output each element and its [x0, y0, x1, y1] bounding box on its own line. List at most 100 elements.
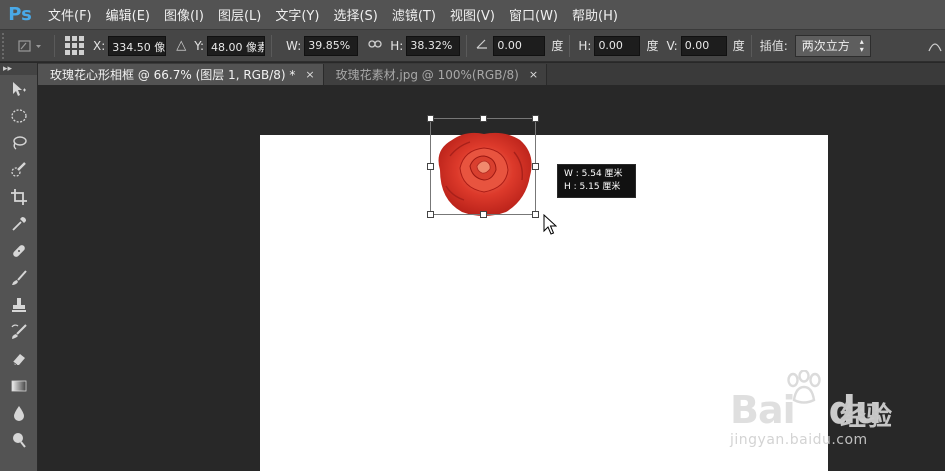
move-transform-icon — [18, 39, 41, 52]
tab-label: 玫瑰花心形相框 @ 66.7% (图层 1, RGB/8) * — [50, 68, 296, 82]
transform-handle-top-right[interactable] — [532, 115, 539, 122]
select-arrows-icon: ▴ ▾ — [859, 36, 864, 54]
quick-selection-tool[interactable] — [0, 156, 38, 183]
lasso-tool[interactable] — [0, 129, 38, 156]
transform-bounding-box[interactable] — [430, 118, 536, 215]
mouse-cursor-icon — [543, 214, 557, 235]
menu-window[interactable]: 窗口(W) — [509, 5, 558, 24]
watermark-jingyan: 经验 — [840, 402, 893, 432]
tool-preset-picker[interactable] — [12, 34, 48, 58]
menu-bar: Ps 文件(F) 编辑(E) 图像(I) 图层(L) 文字(Y) 选择(S) 滤… — [0, 0, 945, 30]
move-tool[interactable] — [0, 75, 38, 102]
width-field[interactable]: 39.85% — [304, 35, 359, 56]
options-separator — [750, 34, 752, 57]
clone-stamp-tool[interactable] — [0, 291, 38, 318]
interpolation-select[interactable]: 两次立方 ▴ ▾ — [794, 34, 871, 57]
tooltip-height: H : 5.15 厘米 — [564, 182, 621, 192]
document-tabs: 玫瑰花心形相框 @ 66.7% (图层 1, RGB/8) * × 玫瑰花素材.… — [38, 63, 945, 85]
tab-rose-material[interactable]: 玫瑰花素材.jpg @ 100%(RGB/8) × — [323, 64, 548, 85]
menu-filter[interactable]: 滤镜(T) — [392, 5, 436, 24]
interpolation-value: 两次立方 — [801, 39, 850, 53]
menu-edit[interactable]: 编辑(E) — [106, 5, 150, 24]
angle-icon — [475, 38, 489, 54]
gradient-icon — [11, 380, 27, 391]
h-label: H: — [390, 38, 404, 53]
menu-select[interactable]: 选择(S) — [333, 5, 377, 24]
history-brush-icon — [11, 323, 27, 339]
skew-v-unit: 度 — [732, 39, 745, 53]
warp-icon — [927, 43, 942, 52]
skew-h-label: H: — [578, 38, 592, 53]
warp-mode-button[interactable] — [924, 30, 945, 62]
angle-unit: 度 — [551, 39, 564, 53]
close-icon[interactable]: × — [305, 68, 314, 81]
history-brush-tool[interactable] — [0, 318, 38, 345]
baidu-jingyan-watermark: Bai du 经验 jingyan.baidu.com — [726, 370, 926, 460]
y-field[interactable]: 48.00 像素 — [207, 35, 266, 56]
elliptical-marquee-tool[interactable] — [0, 102, 38, 129]
eraser-tool[interactable] — [0, 345, 38, 372]
stamp-icon — [12, 297, 26, 312]
lasso-icon — [13, 135, 27, 150]
photoshop-logo: Ps — [8, 4, 32, 25]
link-icon[interactable] — [368, 38, 382, 53]
watermark-url: jingyan.baidu.com — [730, 432, 868, 448]
skew-h-unit: 度 — [646, 39, 659, 53]
x-label: X: — [93, 38, 106, 53]
options-separator — [271, 34, 273, 57]
healing-brush-tool[interactable] — [0, 237, 38, 264]
eyedropper-icon — [12, 216, 26, 231]
options-separator — [569, 34, 571, 57]
transform-handle-bottom-left[interactable] — [427, 211, 434, 218]
options-separator — [54, 34, 55, 57]
menu-image[interactable]: 图像(I) — [164, 5, 204, 24]
menu-view[interactable]: 视图(V) — [450, 5, 495, 24]
blur-tool[interactable] — [0, 399, 38, 426]
transform-handle-bottom[interactable] — [480, 211, 487, 218]
drop-icon — [14, 405, 24, 421]
height-field[interactable]: 38.32% — [406, 35, 461, 56]
skew-v-label: V: — [666, 38, 678, 53]
brush-tool[interactable] — [0, 264, 38, 291]
crop-tool[interactable] — [0, 183, 38, 210]
tab-label: 玫瑰花素材.jpg @ 100%(RGB/8) — [335, 68, 519, 82]
delta-icon[interactable]: △ — [176, 38, 186, 53]
transform-handle-right[interactable] — [532, 163, 539, 170]
skew-h-field[interactable]: 0.00 — [594, 35, 641, 56]
brush-icon — [12, 269, 27, 285]
crop-icon — [11, 188, 27, 205]
tools-panel: ▸▸ — [0, 63, 38, 471]
close-icon[interactable]: × — [529, 68, 538, 81]
angle-field[interactable]: 0.00 — [493, 35, 546, 56]
bandage-icon — [13, 244, 25, 257]
dodge-tool[interactable] — [0, 426, 38, 453]
transform-handle-top-left[interactable] — [427, 115, 434, 122]
gradient-tool[interactable] — [0, 372, 38, 399]
x-field[interactable]: 334.50 像素 — [108, 35, 167, 56]
menu-file[interactable]: 文件(F) — [48, 5, 92, 24]
options-separator — [466, 34, 468, 57]
transform-handle-top[interactable] — [480, 115, 487, 122]
move-icon — [13, 81, 26, 96]
quick-selection-icon — [11, 161, 26, 177]
options-bar: X: 334.50 像素 △ Y: 48.00 像素 W: 39.85% H: … — [0, 30, 945, 62]
menu-type[interactable]: 文字(Y) — [275, 5, 319, 24]
ellipse-marquee-icon — [11, 108, 27, 123]
dodge-icon — [13, 432, 26, 448]
skew-v-field[interactable]: 0.00 — [680, 35, 727, 56]
eyedropper-tool[interactable] — [0, 210, 38, 237]
transform-size-tooltip: W : 5.54 厘米 H : 5.15 厘米 — [557, 164, 636, 198]
panel-collapse-icon[interactable]: ▸▸ — [0, 63, 37, 75]
menu-layer[interactable]: 图层(L) — [218, 5, 261, 24]
tooltip-width: W : 5.54 厘米 — [564, 169, 623, 179]
tab-rose-frame[interactable]: 玫瑰花心形相框 @ 66.7% (图层 1, RGB/8) * × — [38, 64, 324, 85]
y-label: Y: — [194, 38, 205, 53]
eraser-icon — [12, 353, 25, 365]
w-label: W: — [286, 38, 302, 53]
interpolation-label: 插值: — [759, 39, 788, 53]
transform-handle-left[interactable] — [427, 163, 434, 170]
options-grip[interactable] — [2, 32, 12, 59]
menu-help[interactable]: 帮助(H) — [572, 5, 618, 24]
reference-point-grid[interactable] — [65, 35, 85, 56]
transform-handle-bottom-right[interactable] — [532, 211, 539, 218]
